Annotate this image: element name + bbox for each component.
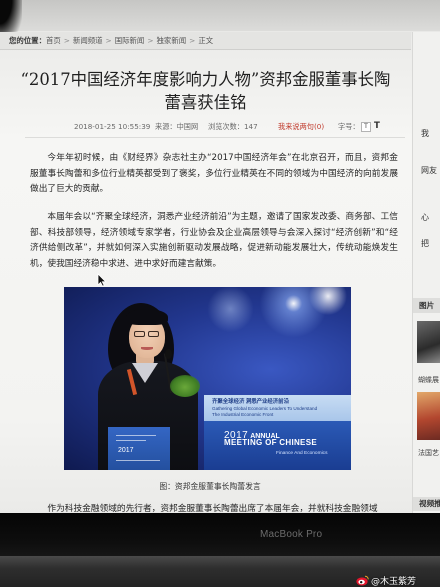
breadcrumb: 您的位置：首页 > 新闻频道 > 国际新闻 > 独家新闻 > 正文 — [0, 32, 411, 50]
sidebar-link[interactable]: 把 — [421, 238, 429, 249]
sidebar-picture-thumbnail[interactable] — [417, 392, 440, 440]
article-source: 来源：中国网 — [155, 122, 199, 131]
font-size-label: 字号： — [338, 122, 360, 131]
sidebar-link[interactable]: 我 — [421, 128, 429, 139]
font-size-large-button[interactable]: T — [374, 121, 380, 131]
glasses-left-lens — [134, 331, 145, 337]
stage-screen-banner: 齐聚全球经济 洞悉产业经济前沿 Gathering Global Economi… — [204, 395, 351, 421]
article-photo: 2017 齐聚全球经济 洞悉产业经济前沿 Gathering Global Ec… — [64, 287, 351, 470]
breadcrumb-exclusive-news[interactable]: 独家新闻 — [157, 36, 187, 45]
podium-sign: 2017 — [108, 427, 170, 470]
sign-line — [116, 460, 160, 461]
speaker-mouth — [141, 347, 153, 350]
sidebar-picture-thumbnail[interactable] — [417, 321, 440, 363]
breadcrumb-label: 您的位置： — [9, 36, 46, 45]
mouse-cursor-icon — [97, 273, 107, 287]
breadcrumb-current: 正文 — [198, 36, 214, 45]
slogan-chinese: 齐聚全球经济 洞悉产业经济前沿 — [212, 399, 289, 405]
slogan-english-line-2: The Industrial Economic Front — [212, 412, 274, 417]
macbook-pro-label: MacBook Pro — [260, 529, 323, 540]
sidebar-video-header: 视频推荐 — [413, 497, 440, 511]
glasses-right-lens — [148, 331, 159, 337]
article-title: “2017中国经济年度影响力人物”资邦金服董事长陶 蕾喜获佳铭 — [0, 68, 411, 114]
sign-line — [116, 435, 156, 436]
font-size-small-button[interactable]: T — [361, 122, 371, 132]
breadcrumb-separator: > — [105, 36, 112, 45]
right-sidebar: 我 网友 心 把 图片 蝴蝶展 法国艺 视频推荐 — [412, 32, 440, 516]
sidebar-picture-caption[interactable]: 蝴蝶展 — [418, 375, 439, 385]
breadcrumb-news-channel[interactable]: 新闻频道 — [73, 36, 103, 45]
podium-plant — [170, 375, 200, 397]
speaker-fringe — [126, 309, 168, 325]
sidebar-link[interactable]: 心 — [421, 212, 429, 223]
sidebar-picture-caption[interactable]: 法国艺 — [418, 448, 439, 458]
browser-top-area — [0, 0, 440, 31]
article-title-line-1: “2017中国经济年度影响力人物”资邦金服董事长陶 — [20, 70, 391, 89]
breadcrumb-separator: > — [189, 36, 196, 45]
event-name-subtitle: Finance And Economics — [276, 451, 328, 456]
microphone-icon — [165, 349, 172, 359]
sidebar-link[interactable]: 网友 — [421, 165, 437, 176]
stage-screen: 齐聚全球经济 洞悉产业经济前沿 Gathering Global Economi… — [204, 395, 351, 470]
weibo-icon — [356, 575, 369, 586]
slogan-english-line-1: Gathering Global Economic Leaders To Und… — [212, 405, 318, 411]
article-title-line-2: 蕾喜获佳铭 — [164, 93, 247, 112]
view-count: 浏览次数：147 — [208, 122, 258, 131]
article-paragraph: 今年年初时候，由《财经界》杂志社主办“2017中国经济年会”在北京召开，而且，资… — [30, 153, 398, 194]
publish-datetime: 2018-01-25 10:55:39 — [74, 122, 151, 131]
sign-line — [116, 440, 146, 441]
article-paragraph: 本届年会以“齐聚全球经济，洞悉产业经济前沿”为主题，邀请了国家发改委、商务部、工… — [30, 212, 398, 269]
breadcrumb-international-news[interactable]: 国际新闻 — [115, 36, 145, 45]
laptop-screen: 您的位置：首页 > 新闻频道 > 国际新闻 > 独家新闻 > 正文 “2017中国经济年度影响力… — [0, 0, 440, 516]
breadcrumb-separator: > — [147, 36, 154, 45]
comments-link[interactable]: 我来说两句(0) — [278, 122, 324, 132]
breadcrumb-separator: > — [63, 36, 70, 45]
stage-screen-title: 2017 ANNUAL MEETING OF CHINESE Finance An… — [204, 421, 351, 470]
watermark: @木玉紫芳 — [356, 570, 416, 587]
event-name-meeting: MEETING OF CHINESE — [224, 438, 317, 447]
watermark-text: @木玉紫芳 — [371, 577, 417, 587]
sidebar-pictures-header: 图片 — [413, 298, 440, 313]
title-divider — [25, 137, 405, 138]
photo-caption: 图：资邦金服董事长陶蕾发言 — [159, 482, 261, 491]
laptop-bezel — [0, 513, 440, 556]
sign-year: 2017 — [118, 447, 134, 454]
breadcrumb-home[interactable]: 首页 — [46, 36, 61, 45]
